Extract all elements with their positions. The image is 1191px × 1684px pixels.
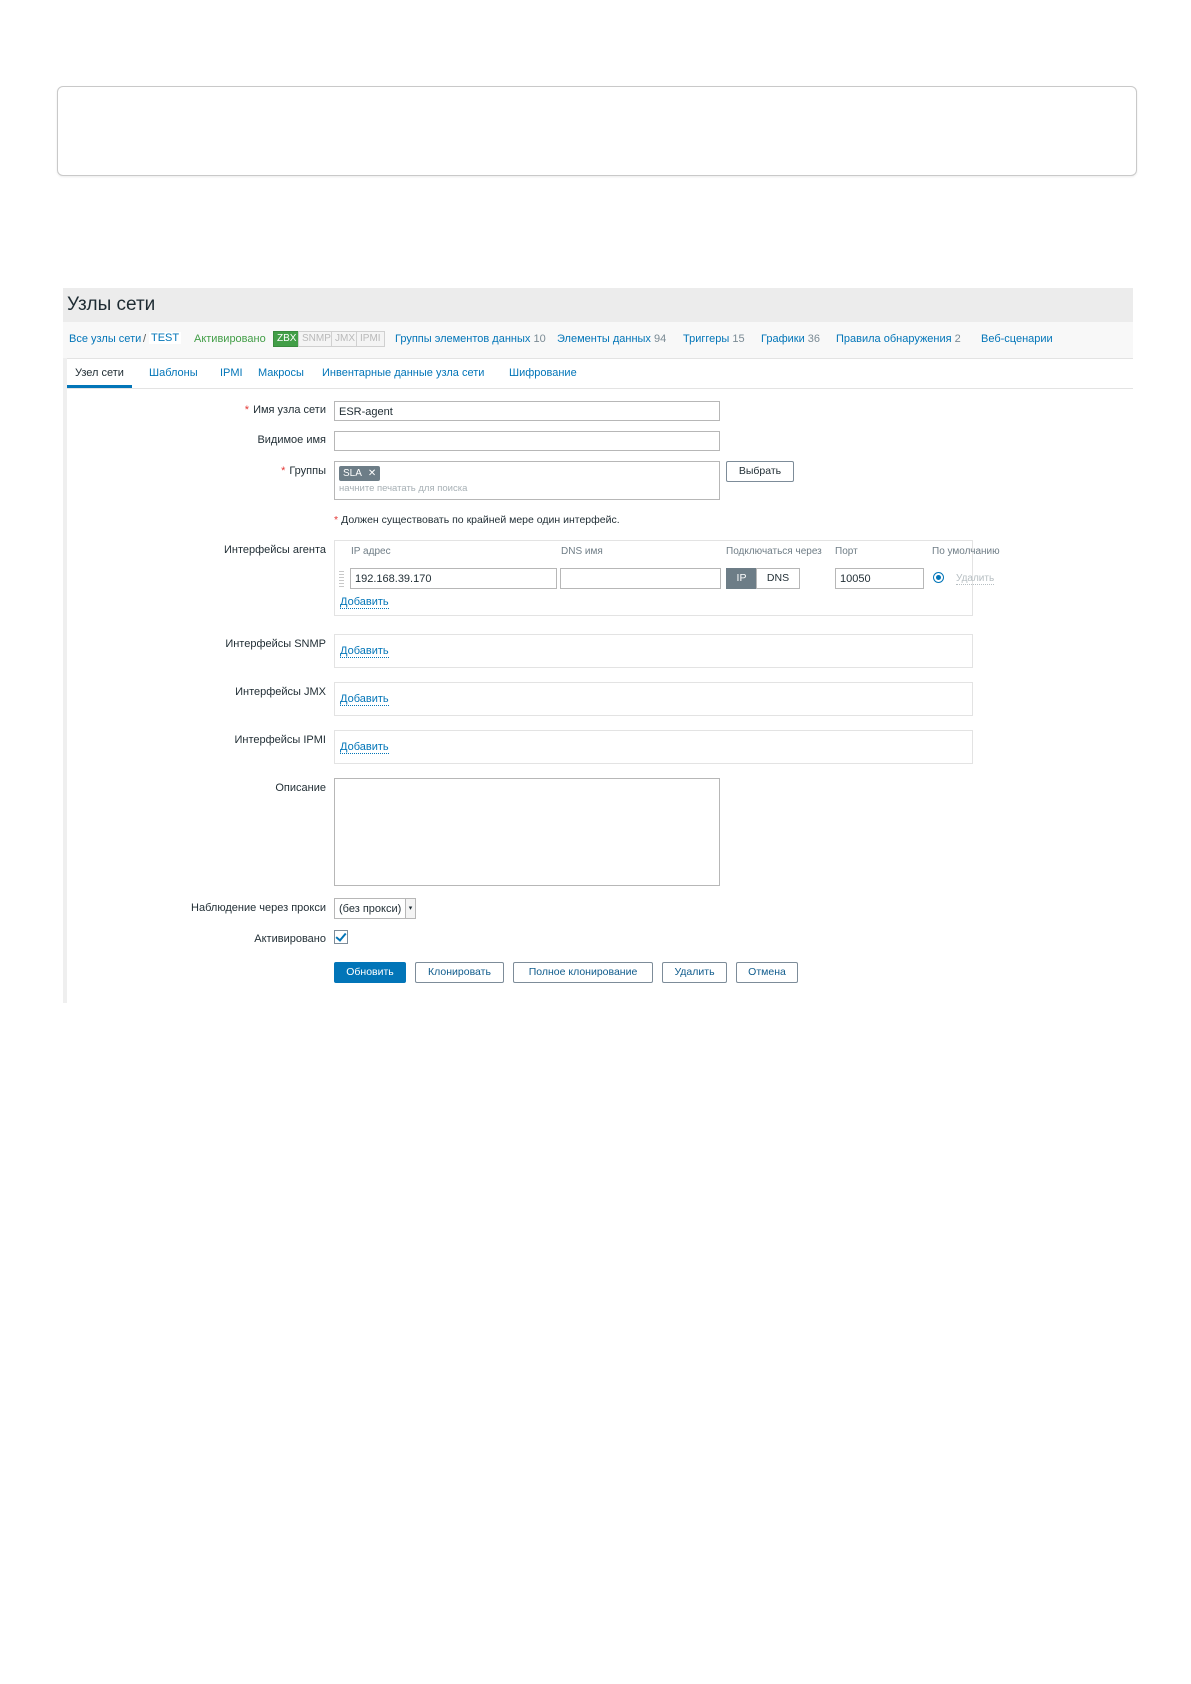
agent-dns-input[interactable] (560, 568, 721, 589)
visible-name-input[interactable] (334, 431, 720, 451)
tab-encryption[interactable]: Шифрование (509, 358, 577, 388)
tab-macros[interactable]: Макросы (258, 358, 304, 388)
link-item-groups[interactable]: Группы элементов данных 10 (395, 333, 546, 345)
select-groups-button[interactable]: Выбрать (726, 461, 794, 482)
tab-ipmi[interactable]: IPMI (220, 358, 243, 388)
add-ipmi-interface-link[interactable]: Добавить (340, 741, 389, 754)
description-textarea[interactable] (334, 778, 720, 886)
add-agent-interface-link[interactable]: Добавить (340, 596, 389, 609)
connect-ip-toggle[interactable]: IP (726, 568, 757, 589)
link-items[interactable]: Элементы данных 94 (557, 333, 666, 345)
snmp-interfaces-box: Добавить (334, 634, 973, 668)
enabled-checkbox[interactable] (334, 930, 348, 944)
chevron-down-icon: ▾ (405, 899, 415, 918)
availability-snmp-badge: SNMP (298, 331, 335, 347)
agent-interfaces-box: IP адрес DNS имя Подключаться через Порт… (334, 540, 1000, 616)
delete-button[interactable]: Удалить (662, 962, 727, 983)
drag-handle-icon[interactable] (339, 571, 344, 587)
groups-search-placeholder[interactable]: начните печатать для поиска (339, 482, 467, 496)
tab-inventory[interactable]: Инвентарные данные узла сети (322, 358, 484, 388)
enabled-label: Активировано (254, 933, 326, 945)
breadcrumb: Все узлы сети / TEST Активировано ZBX SN… (63, 322, 1133, 359)
groups-label: * Группы (281, 465, 326, 477)
tab-templates[interactable]: Шаблоны (149, 358, 198, 388)
remove-chip-icon[interactable]: ✕ (368, 468, 376, 479)
ipmi-interfaces-box: Добавить (334, 730, 973, 764)
snmp-interfaces-label: Интерфейсы SNMP (225, 638, 326, 650)
dns-name-header: DNS имя (561, 546, 603, 557)
add-jmx-interface-link[interactable]: Добавить (340, 693, 389, 706)
link-discovery-rules[interactable]: Правила обнаружения 2 (836, 333, 961, 345)
agent-port-input[interactable]: 10050 (835, 568, 924, 589)
ipmi-interfaces-label: Интерфейсы IPMI (234, 734, 326, 746)
connect-dns-toggle[interactable]: DNS (756, 568, 800, 589)
availability-jmx-badge: JMX (331, 331, 359, 347)
left-border (63, 358, 67, 1003)
link-triggers[interactable]: Триггеры 15 (683, 333, 745, 345)
group-chip-sla: SLA ✕ (339, 466, 381, 481)
add-snmp-interface-link[interactable]: Добавить (340, 645, 389, 658)
default-header: По умолчанию (932, 546, 1000, 557)
page-title: Узлы сети (67, 294, 156, 315)
breadcrumb-all-hosts[interactable]: Все узлы сети (69, 333, 141, 345)
breadcrumb-current-host[interactable]: TEST (149, 332, 182, 344)
link-graphs[interactable]: Графики 36 (761, 333, 820, 345)
availability-zbx-badge: ZBX (273, 331, 301, 347)
proxy-select-value: (без прокси) (339, 903, 402, 915)
default-interface-radio[interactable] (933, 572, 944, 583)
proxy-select[interactable]: (без прокси) ▾ (334, 898, 416, 919)
agent-ip-input[interactable]: 192.168.39.170 (350, 568, 557, 589)
availability-ipmi-badge: IPMI (356, 331, 385, 347)
link-web-scenarios[interactable]: Веб-сценарии (981, 333, 1053, 345)
form-tabs: Узел сети Шаблоны IPMI Макросы Инвентарн… (67, 358, 1133, 389)
interface-required-note: * Должен существовать по крайней мере оди… (334, 514, 620, 526)
clone-button[interactable]: Клонировать (415, 962, 504, 983)
remove-interface-link[interactable]: Удалить (956, 573, 995, 585)
groups-multiselect[interactable]: SLA ✕ начните печатать для поиска (334, 461, 720, 500)
status-enabled-link[interactable]: Активировано (194, 333, 266, 345)
connect-via-header: Подключаться через (726, 546, 822, 557)
full-clone-button[interactable]: Полное клонирование (513, 962, 653, 983)
port-header: Порт (835, 546, 858, 557)
host-name-label: * Имя узла сети (244, 404, 326, 416)
jmx-interfaces-label: Интерфейсы JMX (235, 686, 326, 698)
host-name-input[interactable]: ESR-agent (334, 401, 720, 421)
ip-address-header: IP адрес (351, 546, 391, 557)
tab-host[interactable]: Узел сети (67, 358, 132, 388)
update-button[interactable]: Обновить (334, 962, 406, 983)
host-edit-screenshot: Узлы сети Все узлы сети / TEST Активиров… (63, 288, 1133, 1003)
cancel-button[interactable]: Отмена (736, 962, 798, 983)
empty-panel (57, 86, 1137, 176)
description-label: Описание (275, 782, 326, 794)
agent-interfaces-label: Интерфейсы агента (223, 544, 326, 556)
jmx-interfaces-box: Добавить (334, 682, 973, 716)
breadcrumb-separator: / (143, 333, 147, 345)
page-header: Узлы сети (63, 288, 1133, 322)
proxy-label: Наблюдение через прокси (191, 902, 326, 914)
visible-name-label: Видимое имя (257, 434, 326, 446)
checkmark-icon (335, 930, 347, 942)
